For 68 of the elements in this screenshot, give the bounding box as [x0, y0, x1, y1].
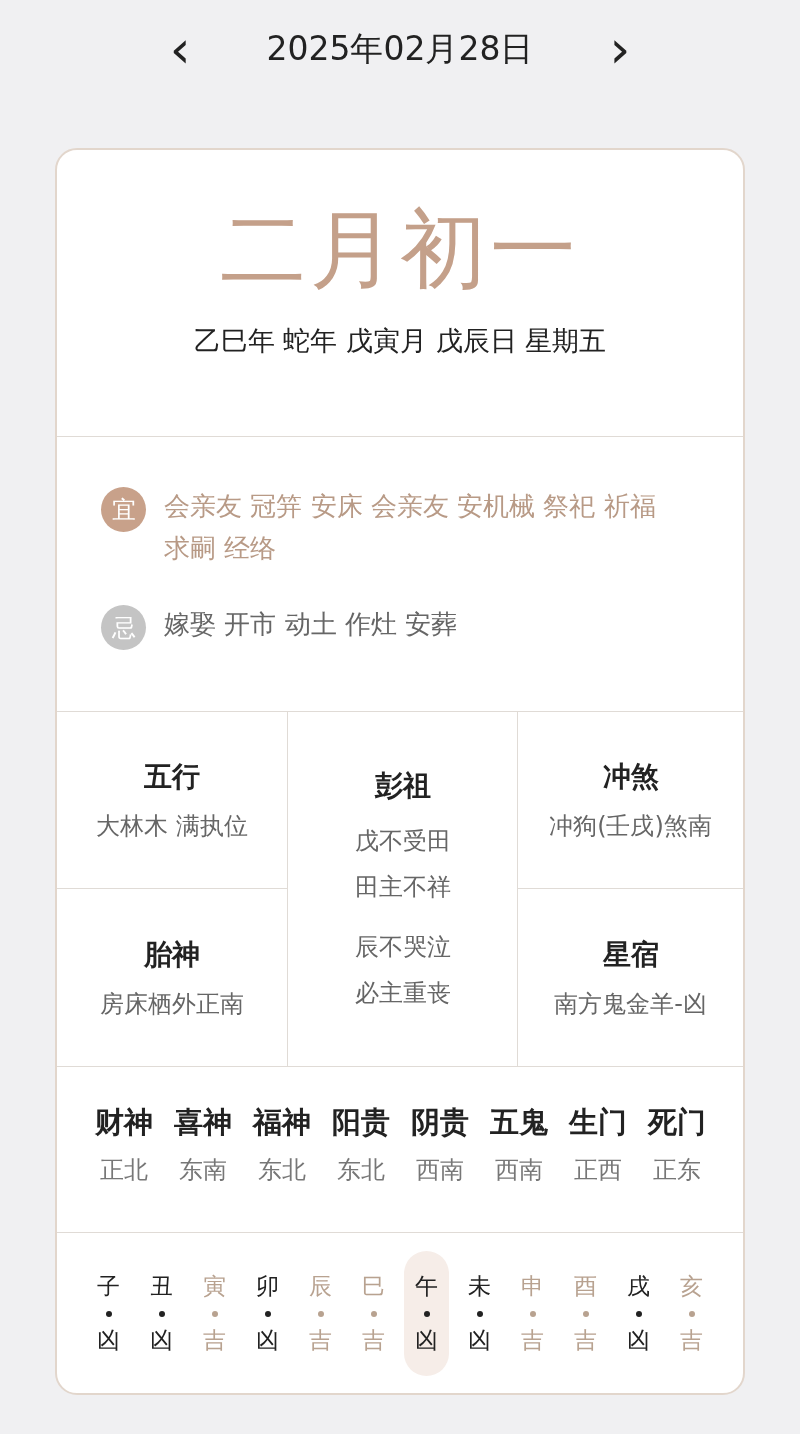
hour-verdict: 吉 — [203, 1327, 226, 1353]
hour-branch: 子 — [97, 1274, 120, 1300]
deity-name: 福神 — [252, 1103, 311, 1141]
deity-name: 生门 — [568, 1103, 627, 1141]
hour-branch: 午 — [415, 1274, 438, 1300]
info-value: 大林木 满执位 — [96, 811, 248, 842]
hour-verdict: 凶 — [150, 1327, 173, 1353]
deity-name: 喜神 — [173, 1103, 232, 1141]
hour-branch: 寅 — [203, 1274, 226, 1300]
hour-branch: 戌 — [627, 1274, 650, 1300]
hour-verdict: 吉 — [680, 1327, 703, 1353]
deity-name: 阳贵 — [331, 1103, 390, 1141]
deity-direction: 东北 — [257, 1155, 306, 1187]
hour-verdict: 吉 — [574, 1327, 597, 1353]
hour-item[interactable]: 未 凶 — [457, 1251, 502, 1376]
date-title: 2025年02月28日 — [266, 27, 534, 70]
previous-day-button[interactable]: ‹ — [163, 22, 197, 75]
hour-verdict: 凶 — [256, 1327, 279, 1353]
next-day-button[interactable]: › — [603, 22, 637, 75]
lunar-date: 二月初一 — [220, 202, 580, 297]
hour-verdict: 凶 — [415, 1327, 438, 1353]
info-value: 南方鬼金羊-凶 — [554, 988, 707, 1020]
hour-item[interactable]: 午 凶 — [404, 1251, 449, 1376]
hour-verdict: 吉 — [521, 1327, 544, 1353]
deity-name: 阴贵 — [410, 1103, 469, 1141]
hour-item[interactable]: 子 凶 — [86, 1251, 131, 1376]
info-value: 冲狗(壬戌)煞南 — [549, 811, 712, 842]
deity-direction: 东南 — [178, 1155, 227, 1187]
hour-item[interactable]: 卯 凶 — [245, 1251, 290, 1376]
hour-verdict: 吉 — [309, 1327, 332, 1353]
hour-branch: 未 — [468, 1274, 491, 1300]
info-value: 田主不祥 — [354, 872, 451, 903]
deity-name: 五鬼 — [489, 1103, 548, 1141]
info-title: 五行 — [144, 759, 200, 795]
hour-verdict: 凶 — [468, 1327, 491, 1353]
suitable-badge: 宜 — [101, 487, 146, 532]
info-title: 冲煞 — [602, 759, 659, 795]
info-value: 戊不受田 — [354, 826, 451, 857]
hour-branch: 丑 — [150, 1274, 173, 1300]
deity-direction: 正北 — [99, 1155, 148, 1187]
activity-list: 会亲友 冠笄 安床 会亲友 安机械 祭祀 祈福求嗣 经络 — [164, 485, 669, 569]
info-value: 房床栖外正南 — [100, 988, 244, 1020]
info-value: 必主重丧 — [354, 978, 451, 1009]
hour-branch: 申 — [521, 1274, 544, 1300]
hour-branch: 亥 — [680, 1274, 703, 1300]
avoid-badge: 忌 — [101, 605, 146, 650]
ganzhi-text: 乙巳年 蛇年 戊寅月 戊辰日 星期五 — [193, 323, 607, 358]
info-value: 辰不哭泣 — [354, 932, 451, 963]
hour-branch: 卯 — [256, 1274, 279, 1300]
deity-direction: 西南 — [494, 1155, 543, 1187]
deity-direction: 西南 — [415, 1155, 464, 1187]
deity-name: 财神 — [94, 1103, 153, 1141]
info-title: 胎神 — [144, 936, 200, 973]
deity-direction: 正东 — [652, 1155, 701, 1187]
hour-verdict: 吉 — [362, 1327, 385, 1353]
hour-branch: 辰 — [309, 1274, 332, 1300]
deity-name: 死门 — [647, 1103, 706, 1141]
deity-direction: 东北 — [336, 1155, 385, 1187]
hour-item[interactable]: 丑 凶 — [139, 1251, 184, 1376]
hour-item[interactable]: 戌 凶 — [616, 1251, 661, 1376]
info-title: 彭祖 — [374, 768, 431, 804]
hour-branch: 巳 — [362, 1274, 385, 1300]
activity-list: 嫁娶 开市 动土 作灶 安葬 — [164, 603, 458, 645]
info-title: 星宿 — [602, 936, 659, 973]
hour-verdict: 凶 — [97, 1327, 120, 1353]
hour-branch: 酉 — [574, 1274, 597, 1300]
hour-verdict: 凶 — [627, 1327, 650, 1353]
deity-direction: 正西 — [573, 1155, 622, 1187]
